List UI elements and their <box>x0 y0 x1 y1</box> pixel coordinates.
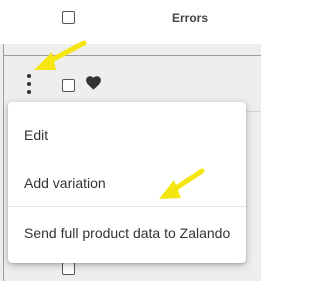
more-vertical-icon[interactable] <box>22 71 36 97</box>
menu-item-edit[interactable]: Edit <box>8 113 246 157</box>
menu-item-send-to-zalando[interactable]: Send full product data to Zalando <box>8 211 246 255</box>
annotation-arrow-icon <box>34 40 87 70</box>
row-actions-menu: Edit Add variation Send full product dat… <box>8 102 246 263</box>
row-checkbox[interactable] <box>62 79 75 92</box>
annotation-arrow-icon <box>159 168 205 199</box>
row-checkbox[interactable] <box>62 262 75 275</box>
menu-divider <box>8 206 246 207</box>
menu-item-add-variation[interactable]: Add variation <box>8 161 246 205</box>
heart-icon[interactable] <box>86 76 101 90</box>
row-highlight-border-left <box>3 44 4 281</box>
select-all-checkbox[interactable] <box>62 11 75 24</box>
column-header-errors: Errors <box>172 11 209 25</box>
